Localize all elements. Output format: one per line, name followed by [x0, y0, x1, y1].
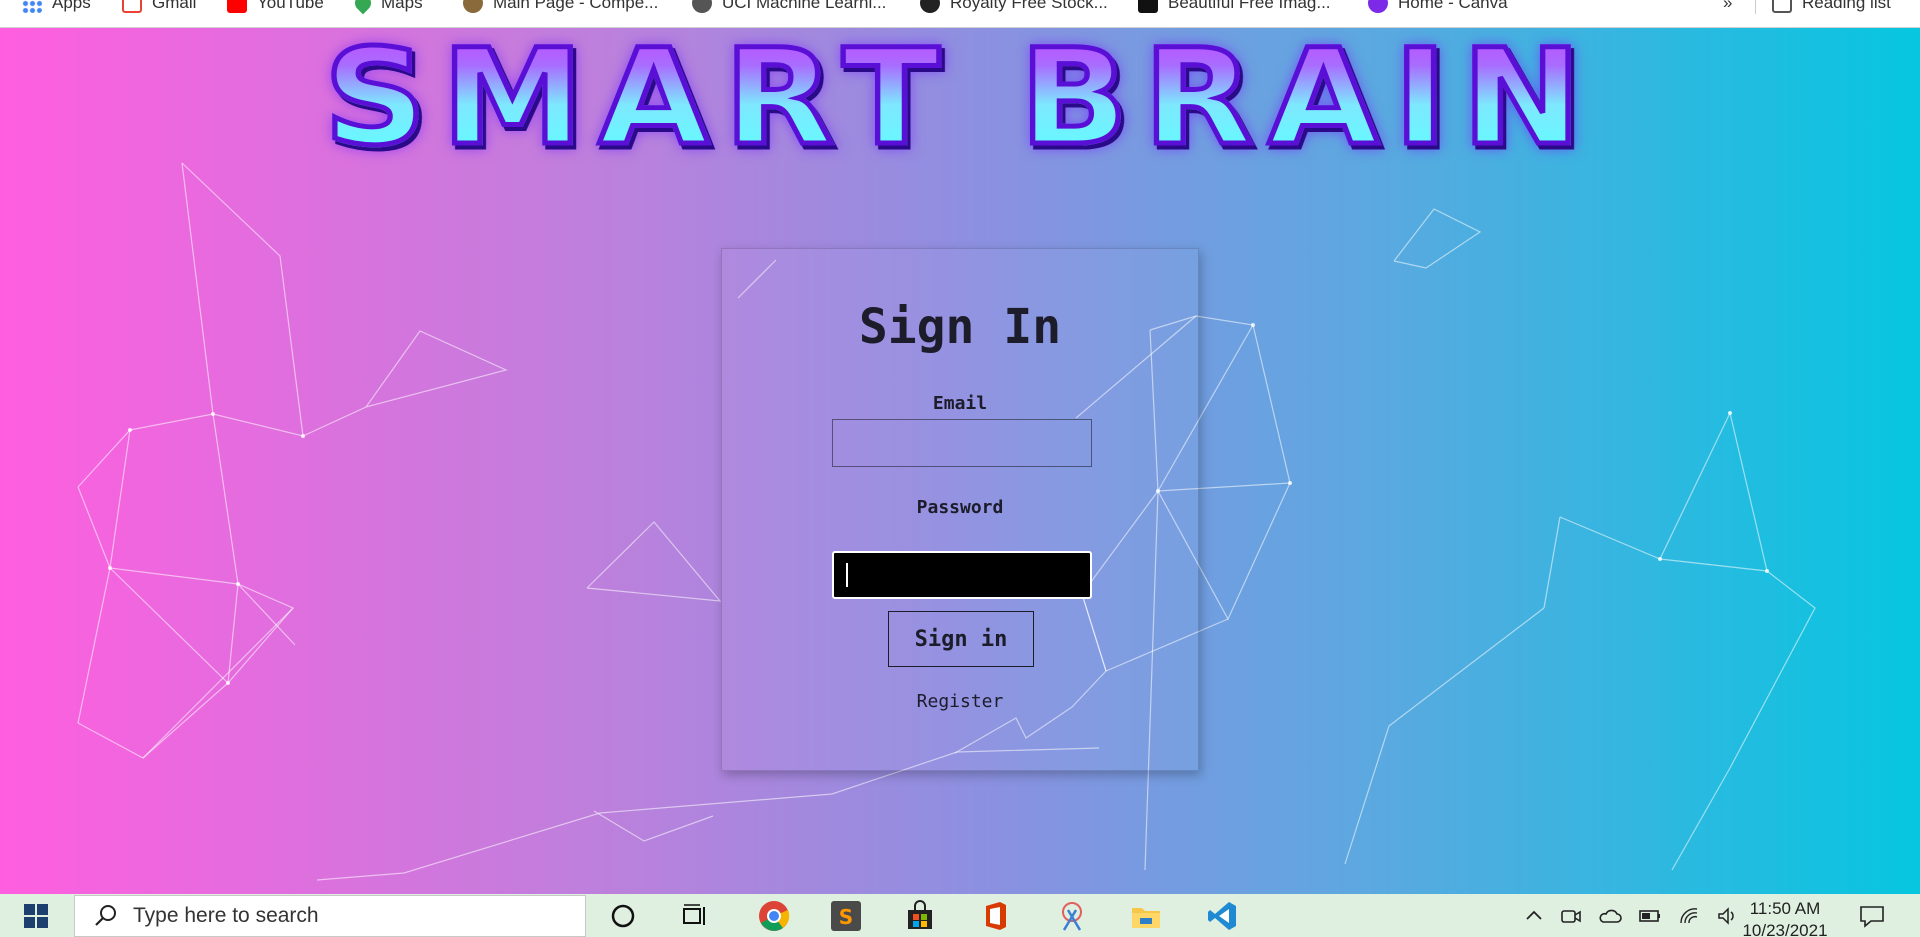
site-favicon	[463, 0, 483, 13]
app-page: SMART BRAIN Sign In Email Password Sign …	[0, 28, 1920, 894]
cortana-button[interactable]	[603, 898, 643, 934]
reading-list-button[interactable]: Reading list	[1772, 0, 1891, 13]
search-icon	[95, 905, 116, 926]
password-field[interactable]	[832, 551, 1092, 599]
chevron-up-icon[interactable]	[1524, 906, 1544, 926]
task-view-button[interactable]	[676, 898, 716, 934]
email-label: Email	[932, 393, 988, 414]
site-favicon	[920, 0, 940, 13]
canva-icon	[1368, 0, 1388, 13]
register-link[interactable]: Register	[722, 691, 1198, 712]
cortana-circle-icon	[611, 904, 635, 928]
gmail-icon	[122, 0, 142, 13]
windows-logo-icon	[24, 903, 48, 928]
notification-icon	[1860, 906, 1884, 928]
notification-center-button[interactable]	[1852, 898, 1892, 934]
taskbar-clock[interactable]: 11:50 AM 10/23/2021	[1730, 898, 1840, 937]
bookmark-youtube[interactable]: YouTube	[227, 0, 324, 13]
taskbar-chrome[interactable]	[754, 898, 794, 934]
file-explorer-icon	[1132, 908, 1160, 928]
signin-card: Sign In Email Password Sign in Register	[721, 248, 1199, 771]
site-favicon	[1138, 0, 1158, 13]
search-placeholder: Type here to search	[133, 904, 319, 927]
email-field[interactable]	[832, 419, 1092, 467]
taskbar-vscode[interactable]	[1202, 898, 1242, 934]
bookmarks-divider	[1755, 0, 1756, 14]
reading-list-icon	[1772, 0, 1792, 13]
bookmark-canva[interactable]: Home - Canva	[1368, 0, 1508, 13]
vscode-icon	[1208, 902, 1236, 930]
taskbar-file-explorer[interactable]	[1126, 898, 1166, 934]
signin-title: Sign In	[858, 299, 1062, 355]
taskbar-office[interactable]	[976, 898, 1016, 934]
signin-button[interactable]: Sign in	[888, 611, 1034, 667]
wifi-icon[interactable]	[1678, 906, 1700, 926]
taskbar-search-box[interactable]: Type here to search	[74, 895, 586, 937]
clock-date: 10/23/2021	[1742, 921, 1828, 937]
system-tray	[1524, 894, 1738, 937]
taskbar-snipping-tool[interactable]	[1052, 898, 1092, 934]
bookmark-uci[interactable]: UCI Machine Learni...	[692, 0, 886, 13]
task-view-icon	[683, 904, 705, 925]
text-cursor	[846, 563, 848, 587]
windows-taskbar: Type here to search S 11:50 AM 10/23/202…	[0, 894, 1920, 937]
start-button[interactable]	[0, 894, 72, 937]
clock-time: 11:50 AM	[1749, 899, 1821, 918]
office-icon	[986, 902, 1006, 930]
chrome-icon	[759, 901, 790, 931]
youtube-icon	[227, 0, 247, 13]
snipping-tool-icon	[1062, 902, 1082, 931]
sublime-text-icon: S	[831, 901, 861, 931]
smart-brain-logo: SMART BRAIN	[0, 30, 1920, 167]
password-label: Password	[916, 497, 1004, 518]
bookmarks-bar: Apps Gmail YouTube Maps Main Page - Comp…	[0, 0, 1920, 28]
microsoft-store-icon	[908, 900, 932, 929]
battery-icon[interactable]	[1638, 906, 1662, 926]
taskbar-sublime-text[interactable]: S	[826, 898, 866, 934]
bookmark-maps[interactable]: Maps	[351, 0, 423, 15]
bookmark-gmail[interactable]: Gmail	[122, 0, 196, 13]
bookmarks-overflow-button[interactable]: »	[1723, 0, 1732, 13]
bookmark-apps[interactable]: Apps	[22, 0, 91, 13]
bookmark-royalty-free[interactable]: Royalty Free Stock...	[920, 0, 1108, 13]
apps-grid-icon	[22, 0, 42, 13]
site-favicon	[692, 0, 712, 13]
onedrive-cloud-icon[interactable]	[1598, 906, 1622, 926]
maps-pin-icon	[351, 0, 375, 15]
taskbar-store[interactable]	[900, 898, 940, 934]
bookmark-main-page[interactable]: Main Page - Compe...	[463, 0, 658, 13]
bookmark-beautiful-free[interactable]: Beautiful Free Imag...	[1138, 0, 1331, 13]
svg-text:S: S	[839, 905, 853, 929]
meet-now-icon[interactable]	[1560, 905, 1582, 927]
